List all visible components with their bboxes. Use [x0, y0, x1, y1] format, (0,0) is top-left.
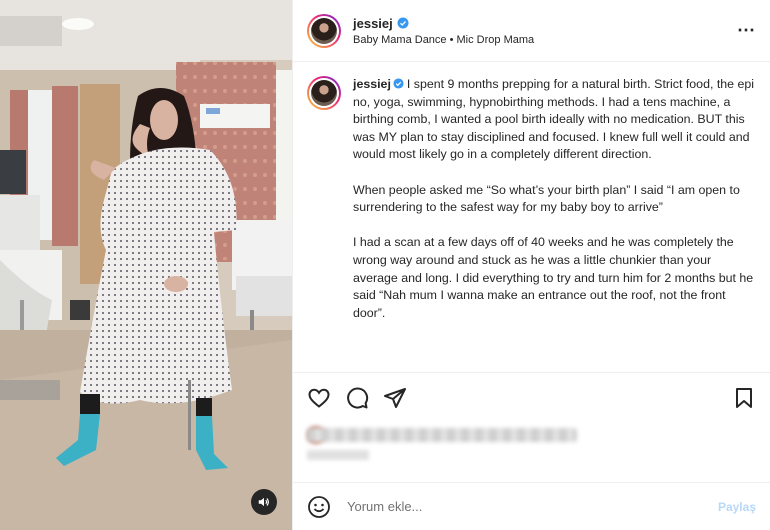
- caption-section: jessiej I spent 9 months prepping for a n…: [293, 62, 770, 372]
- caption-paragraph-2: When people asked me “So what’s your bir…: [353, 182, 740, 215]
- post-header: jessiej Baby Mama Dance • Mic Drop Mama …: [293, 0, 770, 62]
- speaker-icon: [258, 497, 269, 507]
- caption-paragraph-3: I had a scan at a few days off of 40 wee…: [353, 235, 754, 320]
- emoji-smiley-icon[interactable]: [307, 495, 331, 519]
- more-options-icon[interactable]: ⋯: [737, 21, 756, 39]
- caption-username[interactable]: jessiej: [353, 77, 391, 91]
- post-detail-panel: jessiej Baby Mama Dance • Mic Drop Mama …: [292, 0, 770, 530]
- post-comment-button[interactable]: Paylaş: [718, 500, 756, 514]
- save-bookmark-icon[interactable]: [732, 386, 756, 410]
- avatar-image: [311, 80, 337, 106]
- comment-input[interactable]: [345, 498, 718, 515]
- likes-text-blurred: [307, 428, 577, 442]
- post-media[interactable]: [0, 0, 292, 530]
- comment-bar: Paylaş: [293, 482, 770, 530]
- verified-badge-icon: [397, 17, 409, 29]
- post-date-blurred: [307, 450, 369, 460]
- like-heart-icon[interactable]: [307, 386, 331, 410]
- audio-track-link[interactable]: Baby Mama Dance • Mic Drop Mama: [353, 34, 534, 46]
- likes-section-blurred: [293, 422, 770, 482]
- action-bar: [293, 372, 770, 422]
- author-avatar[interactable]: [307, 13, 341, 48]
- comment-bubble-icon[interactable]: [345, 386, 369, 410]
- author-username[interactable]: jessiej: [353, 16, 393, 31]
- hospital-photo: [0, 0, 292, 530]
- caption-text: jessiej I spent 9 months prepping for a n…: [353, 76, 756, 372]
- caption-paragraph-1: I spent 9 months prepping for a natural …: [353, 77, 755, 162]
- sound-toggle-button[interactable]: [251, 489, 277, 515]
- verified-badge-icon: [393, 78, 404, 89]
- caption-author-avatar[interactable]: [307, 76, 341, 110]
- avatar-image: [311, 17, 337, 44]
- share-paper-plane-icon[interactable]: [383, 386, 407, 410]
